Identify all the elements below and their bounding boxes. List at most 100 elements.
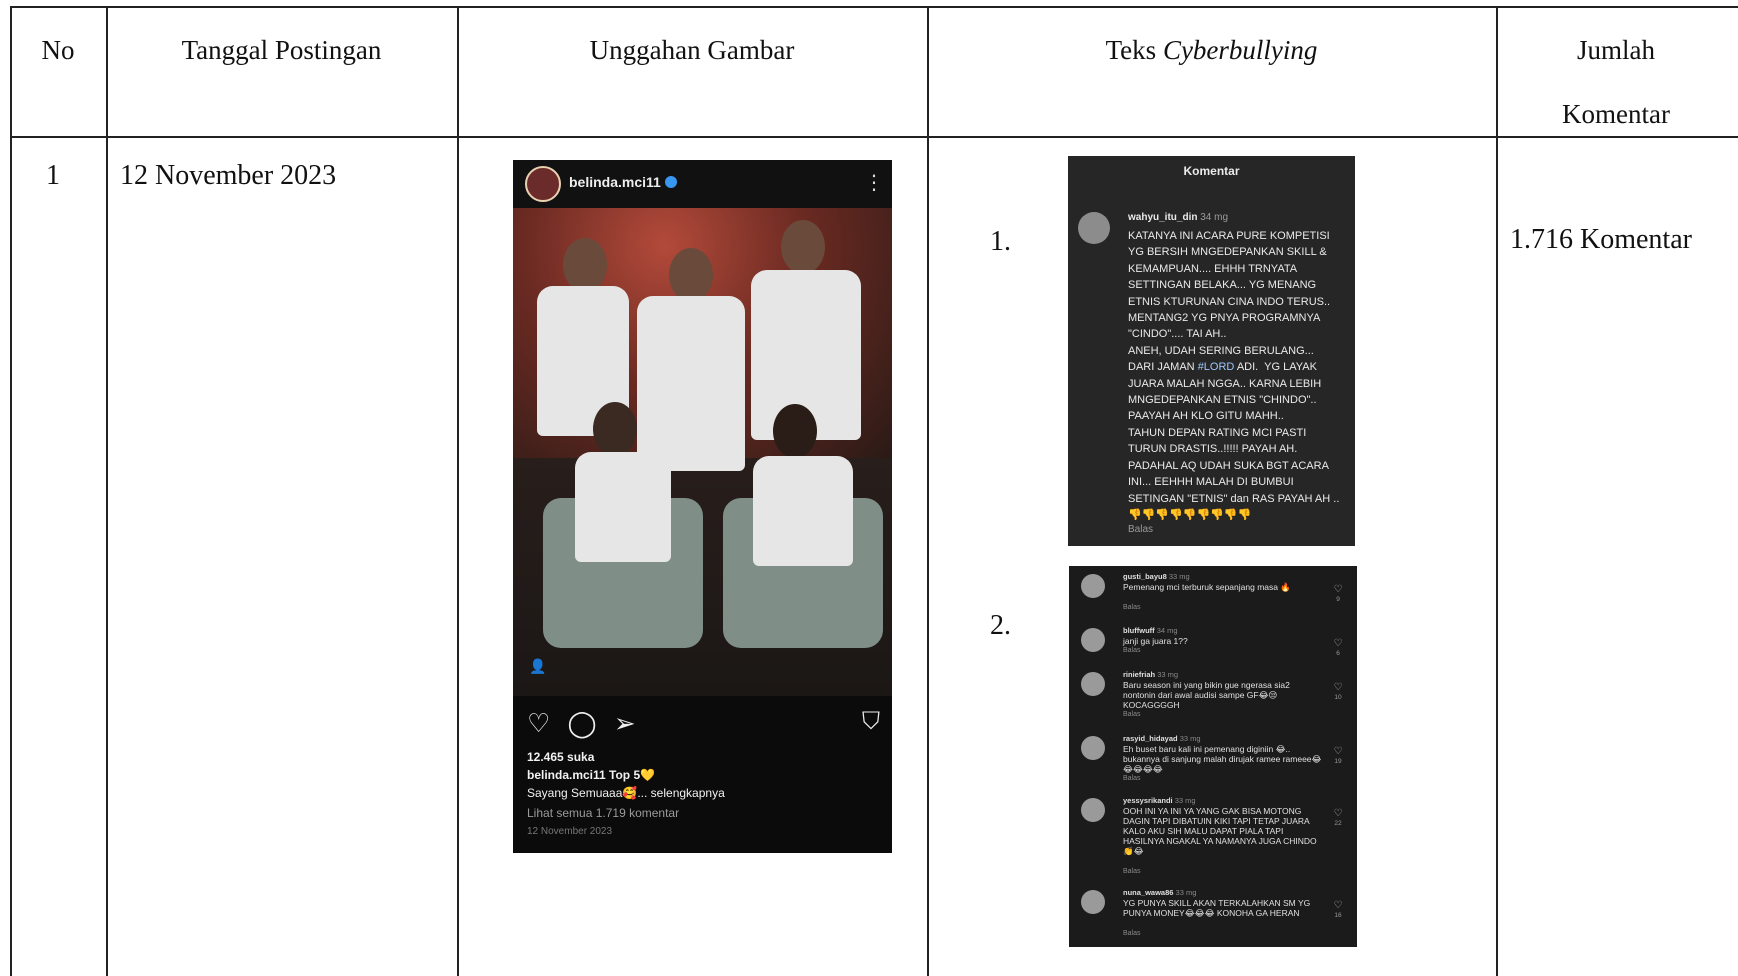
post-actions: ♡ ◯ ➢ bbox=[527, 708, 636, 739]
comment-time: 33 mg bbox=[1168, 572, 1190, 581]
reply-link[interactable]: Balas bbox=[1123, 604, 1141, 611]
col-border bbox=[927, 6, 929, 976]
avatar bbox=[1081, 890, 1105, 914]
reply-link[interactable]: Balas bbox=[1123, 711, 1141, 718]
instagram-post-image: belinda.mci11 ⋮ 👤 ♡ ◯ ➢ ⛉ 12.465 suka be… bbox=[513, 160, 892, 853]
comment-text: OOH INI YA INI YA YANG GAK BISA MOTONG D… bbox=[1123, 806, 1317, 856]
comment-user: wahyu_itu_din bbox=[1128, 212, 1198, 223]
tagged-person-icon: 👤 bbox=[529, 658, 547, 674]
comment-user: gusti_bayu8 bbox=[1123, 572, 1167, 581]
header-jumlah-1: Jumlah bbox=[1577, 35, 1655, 65]
row-no: 1 bbox=[46, 160, 60, 191]
comment-time: 33 mg bbox=[1179, 734, 1201, 743]
comment-text: Pemenang mci terburuk sepanjang masa 🔥 bbox=[1123, 582, 1291, 592]
comment-username: rasyid_hidayad 33 mg bbox=[1123, 734, 1201, 743]
reply-link[interactable]: Balas bbox=[1123, 647, 1141, 654]
header-teks-prefix: Teks bbox=[1105, 35, 1163, 65]
comment-username: wahyu_itu_din 34 mg bbox=[1128, 212, 1228, 223]
like-heart-icon[interactable]: ♡ bbox=[527, 708, 550, 738]
person-head bbox=[781, 220, 825, 274]
comment-text: janji ga juara 1?? bbox=[1123, 636, 1188, 646]
like-count: 16 bbox=[1334, 912, 1342, 919]
reply-link[interactable]: Balas bbox=[1128, 524, 1153, 535]
header-teks: Teks Cyberbullying bbox=[927, 18, 1496, 82]
item-number-1: 1. bbox=[990, 226, 1011, 257]
more-options-icon: ⋮ bbox=[864, 172, 884, 194]
like-count: 10 bbox=[1334, 694, 1342, 701]
comment-username: bluffwuff 34 mg bbox=[1123, 626, 1178, 635]
bookmark-icon[interactable]: ⛉ bbox=[862, 708, 880, 736]
comment-username: gusti_bayu8 33 mg bbox=[1123, 572, 1190, 581]
view-all-comments: Lihat semua 1.719 komentar bbox=[527, 806, 680, 820]
comment-screenshot-1: Komentar wahyu_itu_din 34 mg KATANYA INI… bbox=[1068, 156, 1355, 546]
post-header: belinda.mci11 ⋮ bbox=[513, 160, 892, 208]
comment-text-b: ADI. YG LAYAK JUARA MALAH NGGA.. KARNA L… bbox=[1128, 361, 1340, 521]
comment-time: 33 mg bbox=[1157, 670, 1179, 679]
chef-figure bbox=[753, 456, 853, 566]
comment-username: nuna_wawa86 33 mg bbox=[1123, 888, 1196, 897]
row-jumlah: 1.716 Komentar bbox=[1510, 224, 1692, 255]
avatar bbox=[1081, 628, 1105, 652]
col-border bbox=[457, 6, 459, 976]
comment-text: Eh buset baru kali ini pemenang diginiin… bbox=[1123, 744, 1322, 774]
share-send-icon[interactable]: ➢ bbox=[614, 708, 636, 738]
header-jumlah-2: Komentar bbox=[1562, 99, 1670, 129]
comment-user: nuna_wawa86 bbox=[1123, 888, 1174, 897]
item-number-2: 2. bbox=[990, 610, 1011, 641]
table-top-border bbox=[10, 6, 1738, 8]
col-border bbox=[106, 6, 108, 976]
post-caption-more: Sayang Semuaaa🥰... selengkapnya bbox=[527, 786, 725, 800]
header-no: No bbox=[41, 35, 75, 65]
avatar bbox=[1078, 212, 1110, 244]
comment-time: 34 mg bbox=[1156, 626, 1178, 635]
like-count: 6 bbox=[1336, 650, 1340, 657]
heart-icon[interactable]: ♡ bbox=[1331, 584, 1345, 595]
comment-icon[interactable]: ◯ bbox=[568, 708, 597, 738]
reply-link[interactable]: Balas bbox=[1123, 775, 1141, 782]
heart-icon[interactable]: ♡ bbox=[1331, 900, 1345, 911]
like-count: 19 bbox=[1334, 758, 1342, 765]
verified-badge-icon bbox=[665, 176, 677, 188]
post-date: 12 November 2023 bbox=[527, 826, 613, 837]
heart-icon[interactable]: ♡ bbox=[1331, 808, 1345, 819]
avatar bbox=[1081, 574, 1105, 598]
comment-username: riniefriah 33 mg bbox=[1123, 670, 1178, 679]
heart-icon[interactable]: ♡ bbox=[1331, 682, 1345, 693]
chef-figure bbox=[637, 296, 745, 471]
hashtag-link[interactable]: #LORD bbox=[1198, 361, 1235, 373]
avatar bbox=[1081, 736, 1105, 760]
comment-text: Baru season ini yang bikin gue ngerasa s… bbox=[1123, 680, 1290, 710]
comment-user: yessysrikandi bbox=[1123, 796, 1173, 805]
comment-user: rasyid_hidayad bbox=[1123, 734, 1178, 743]
post-username: belinda.mci11 bbox=[569, 174, 661, 190]
row-tanggal: 12 November 2023 bbox=[120, 160, 337, 191]
heart-icon[interactable]: ♡ bbox=[1331, 638, 1345, 649]
comment-username: yessysrikandi 33 mg bbox=[1123, 796, 1196, 805]
header-unggahan: Unggahan Gambar bbox=[589, 35, 795, 65]
person-head bbox=[593, 402, 637, 456]
col-border bbox=[10, 6, 12, 976]
like-count: 9 bbox=[1336, 596, 1340, 603]
person-head bbox=[669, 248, 713, 302]
person-head bbox=[563, 238, 607, 292]
comment-user: riniefriah bbox=[1123, 670, 1156, 679]
comment-time: 33 mg bbox=[1174, 796, 1196, 805]
heart-icon[interactable]: ♡ bbox=[1331, 746, 1345, 757]
like-count: 22 bbox=[1334, 820, 1342, 827]
comment-user: bluffwuff bbox=[1123, 626, 1155, 635]
post-caption: belinda.mci11 Top 5💛 bbox=[527, 768, 656, 782]
comment-time: 33 mg bbox=[1175, 888, 1197, 897]
col-border bbox=[1496, 6, 1498, 976]
avatar bbox=[525, 166, 561, 202]
comment-time: 34 mg bbox=[1200, 212, 1229, 223]
reply-link[interactable]: Balas bbox=[1123, 868, 1141, 875]
comments-title: Komentar bbox=[1183, 164, 1240, 178]
header-bottom-border bbox=[10, 136, 1738, 138]
chef-figure bbox=[575, 452, 671, 562]
post-photo: 👤 bbox=[513, 208, 892, 696]
avatar bbox=[1081, 672, 1105, 696]
comment-text-a: KATANYA INI ACARA PURE KOMPETISI YG BERS… bbox=[1128, 230, 1331, 374]
comment-screenshot-2: gusti_bayu8 33 mg Pemenang mci terburuk … bbox=[1069, 566, 1357, 947]
comment-text: YG PUNYA SKILL AKAN TERKALAHKAN SM YG PU… bbox=[1123, 898, 1311, 918]
reply-link[interactable]: Balas bbox=[1123, 930, 1141, 937]
